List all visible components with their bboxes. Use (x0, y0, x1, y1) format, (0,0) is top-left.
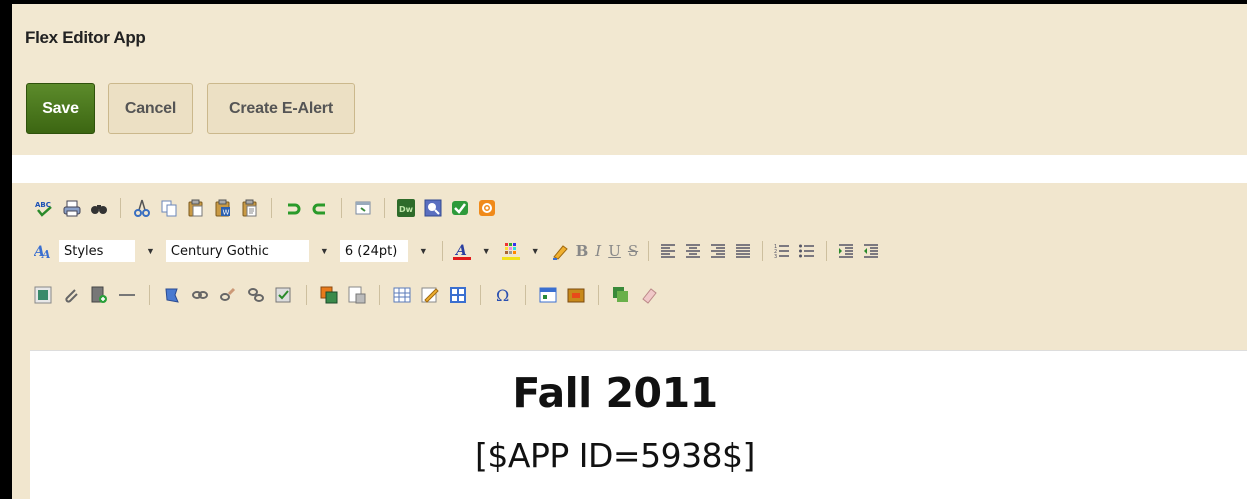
divider-strip (12, 155, 1247, 183)
media-icon[interactable] (90, 286, 108, 304)
toolbar-separator (384, 198, 385, 218)
strikethrough-button[interactable]: S (628, 242, 638, 260)
underline-button[interactable]: U (608, 242, 621, 260)
find-icon[interactable] (90, 199, 108, 217)
chevron-down-icon[interactable]: ▼ (419, 246, 428, 256)
dw-icon-label: Dw (399, 205, 414, 214)
bullet-list-icon[interactable] (798, 242, 816, 260)
font-size-select[interactable]: 6 (24pt) (339, 240, 408, 262)
svg-text:3: 3 (774, 254, 777, 260)
window-border (0, 0, 12, 499)
archive-icon[interactable] (567, 286, 585, 304)
unlink-icon[interactable] (219, 286, 237, 304)
preview-icon[interactable] (354, 199, 372, 217)
toolbar-row-2: AA Styles ▼ Century Gothic ▼ 6 (24pt) ▼ … (32, 240, 880, 262)
align-justify-icon[interactable] (734, 242, 752, 260)
editor-content-area[interactable]: Fall 2011 [$APP ID=5938$] (30, 350, 1247, 499)
cut-icon[interactable] (133, 199, 151, 217)
chevron-down-icon[interactable]: ▼ (320, 246, 329, 256)
document-heading[interactable]: Fall 2011 (30, 369, 1200, 417)
styles-icon: AA (32, 242, 52, 261)
align-center-icon[interactable] (684, 242, 702, 260)
form-icon[interactable] (275, 286, 293, 304)
redo-icon[interactable] (311, 199, 329, 217)
toolbar-separator (762, 241, 764, 261)
source-view-icon[interactable] (424, 199, 442, 217)
toolbar-row-1: ABC W Dw (34, 198, 496, 218)
toolbar-separator (598, 285, 599, 305)
text-color-icon[interactable]: A (452, 242, 471, 260)
omega-label: Ω (496, 286, 509, 304)
attachment-icon[interactable] (62, 286, 80, 304)
edit-table-icon[interactable] (421, 286, 439, 304)
paste-word-icon[interactable]: W (214, 199, 232, 217)
background-color-icon[interactable] (612, 286, 630, 304)
app-title: Flex Editor App (25, 28, 146, 47)
toolbar-separator (525, 285, 526, 305)
toolbar-separator (149, 285, 150, 305)
spellcheck-icon[interactable]: ABC (34, 199, 54, 217)
numbered-list-icon[interactable]: 123 (773, 242, 791, 260)
toolbar-separator (120, 198, 121, 218)
grid-icon[interactable] (449, 286, 467, 304)
settings-icon[interactable] (478, 199, 496, 217)
app-window: Flex Editor App Save Cancel Create E-Ale… (12, 4, 1247, 499)
undo-icon[interactable] (284, 199, 302, 217)
image-icon[interactable] (34, 286, 52, 304)
toolbar-separator (826, 241, 828, 261)
unlink-chain-icon[interactable] (247, 286, 265, 304)
link-icon[interactable] (191, 286, 209, 304)
table-icon[interactable] (393, 286, 411, 304)
align-right-icon[interactable] (709, 242, 727, 260)
toolbar-separator (648, 241, 650, 261)
toolbar-separator (341, 198, 342, 218)
template-icon[interactable] (348, 286, 366, 304)
save-button[interactable]: Save (26, 83, 95, 134)
toolbar-separator (306, 285, 307, 305)
paste-text-icon[interactable] (241, 199, 259, 217)
toolbar-separator (379, 285, 380, 305)
check-icon[interactable] (451, 199, 469, 217)
special-character-icon[interactable]: Ω (494, 286, 512, 305)
anchor-icon[interactable] (163, 286, 181, 304)
eraser-icon[interactable] (640, 286, 658, 304)
italic-button[interactable]: I (595, 242, 601, 260)
layer-icon[interactable] (320, 286, 338, 304)
calendar-icon[interactable] (539, 286, 557, 304)
rich-text-editor: ABC W Dw AA Styles ▼ Century Gothic ▼ 6 … (12, 183, 1247, 499)
svg-text:W: W (223, 209, 230, 217)
align-left-icon[interactable] (659, 242, 677, 260)
chevron-down-icon[interactable]: ▼ (146, 246, 155, 256)
chevron-down-icon[interactable]: ▼ (531, 246, 540, 256)
font-family-select[interactable]: Century Gothic (165, 240, 309, 262)
toolbar-row-3: Ω (34, 285, 658, 305)
app-header: Flex Editor App Save Cancel Create E-Ale… (12, 4, 1247, 155)
paste-icon[interactable] (187, 199, 205, 217)
toolbar-separator (480, 285, 481, 305)
outdent-icon[interactable] (862, 242, 880, 260)
copy-icon[interactable] (160, 199, 178, 217)
svg-text:A: A (454, 243, 467, 259)
toolbar-separator (441, 241, 443, 261)
cancel-button[interactable]: Cancel (108, 83, 193, 134)
indent-icon[interactable] (837, 242, 855, 260)
svg-text:A: A (41, 248, 51, 260)
app-id-placeholder[interactable]: [$APP ID=5938$] (30, 436, 1200, 475)
chevron-down-icon[interactable]: ▼ (482, 246, 491, 256)
remove-format-icon[interactable] (551, 242, 569, 260)
bold-button[interactable]: B (576, 242, 589, 260)
dreamweaver-icon[interactable]: Dw (397, 199, 415, 217)
toolbar-separator (271, 198, 272, 218)
print-icon[interactable] (63, 199, 81, 217)
create-e-alert-button[interactable]: Create E-Alert (207, 83, 355, 134)
styles-select[interactable]: Styles (59, 240, 135, 262)
highlight-color-icon[interactable] (501, 242, 520, 260)
horizontal-rule-icon[interactable] (118, 286, 136, 304)
